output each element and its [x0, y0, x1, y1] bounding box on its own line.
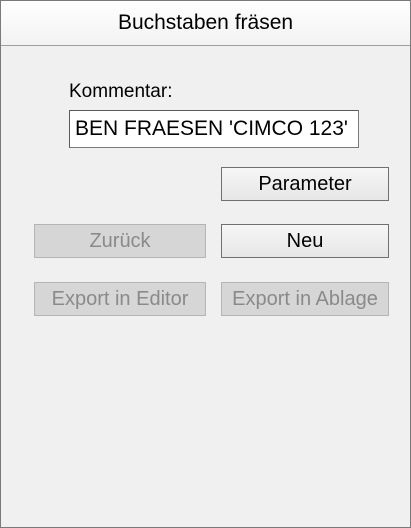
new-button[interactable]: Neu	[221, 224, 389, 258]
parameter-button[interactable]: Parameter	[221, 167, 389, 201]
parameter-button-label: Parameter	[258, 172, 352, 195]
export-clipboard-button[interactable]: Export in Ablage	[221, 282, 389, 316]
export-editor-button[interactable]: Export in Editor	[34, 282, 206, 316]
back-button[interactable]: Zurück	[34, 224, 206, 258]
panel-title-text: Buchstaben fräsen	[117, 11, 294, 34]
comment-input[interactable]: BEN FRAESEN 'CIMCO 123'	[69, 110, 359, 148]
comment-label: Kommentar:	[69, 81, 173, 102]
dialog-panel: Buchstaben fräsen Kommentar: BEN FRAESEN…	[0, 0, 411, 528]
export-editor-button-label: Export in Editor	[51, 287, 189, 310]
back-button-label: Zurück	[89, 229, 151, 252]
export-clipboard-button-label: Export in Ablage	[232, 287, 378, 310]
panel-title: Buchstaben fräsen	[1, 1, 410, 46]
new-button-label: Neu	[286, 229, 324, 252]
